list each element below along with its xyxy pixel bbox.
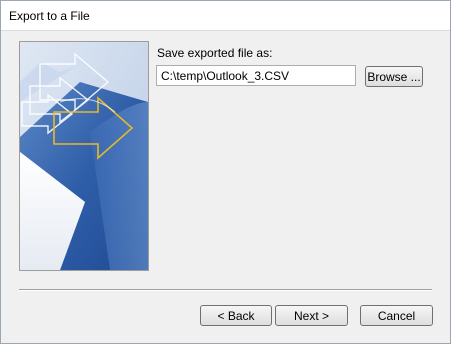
file-path-input[interactable] bbox=[156, 65, 356, 86]
back-button[interactable]: < Back bbox=[200, 305, 272, 326]
next-button[interactable]: Next > bbox=[275, 305, 348, 326]
export-arrow-graphic bbox=[20, 42, 148, 270]
footer-separator bbox=[19, 289, 432, 291]
save-as-label: Save exported file as: bbox=[157, 46, 273, 60]
browse-button[interactable]: Browse ... bbox=[365, 66, 423, 87]
export-dialog: Export to a File Save exported file as: … bbox=[0, 0, 451, 344]
cancel-button[interactable]: Cancel bbox=[360, 305, 433, 326]
wizard-banner-image bbox=[19, 41, 149, 271]
dialog-title: Export to a File bbox=[9, 9, 90, 23]
title-bar[interactable]: Export to a File bbox=[1, 1, 450, 31]
